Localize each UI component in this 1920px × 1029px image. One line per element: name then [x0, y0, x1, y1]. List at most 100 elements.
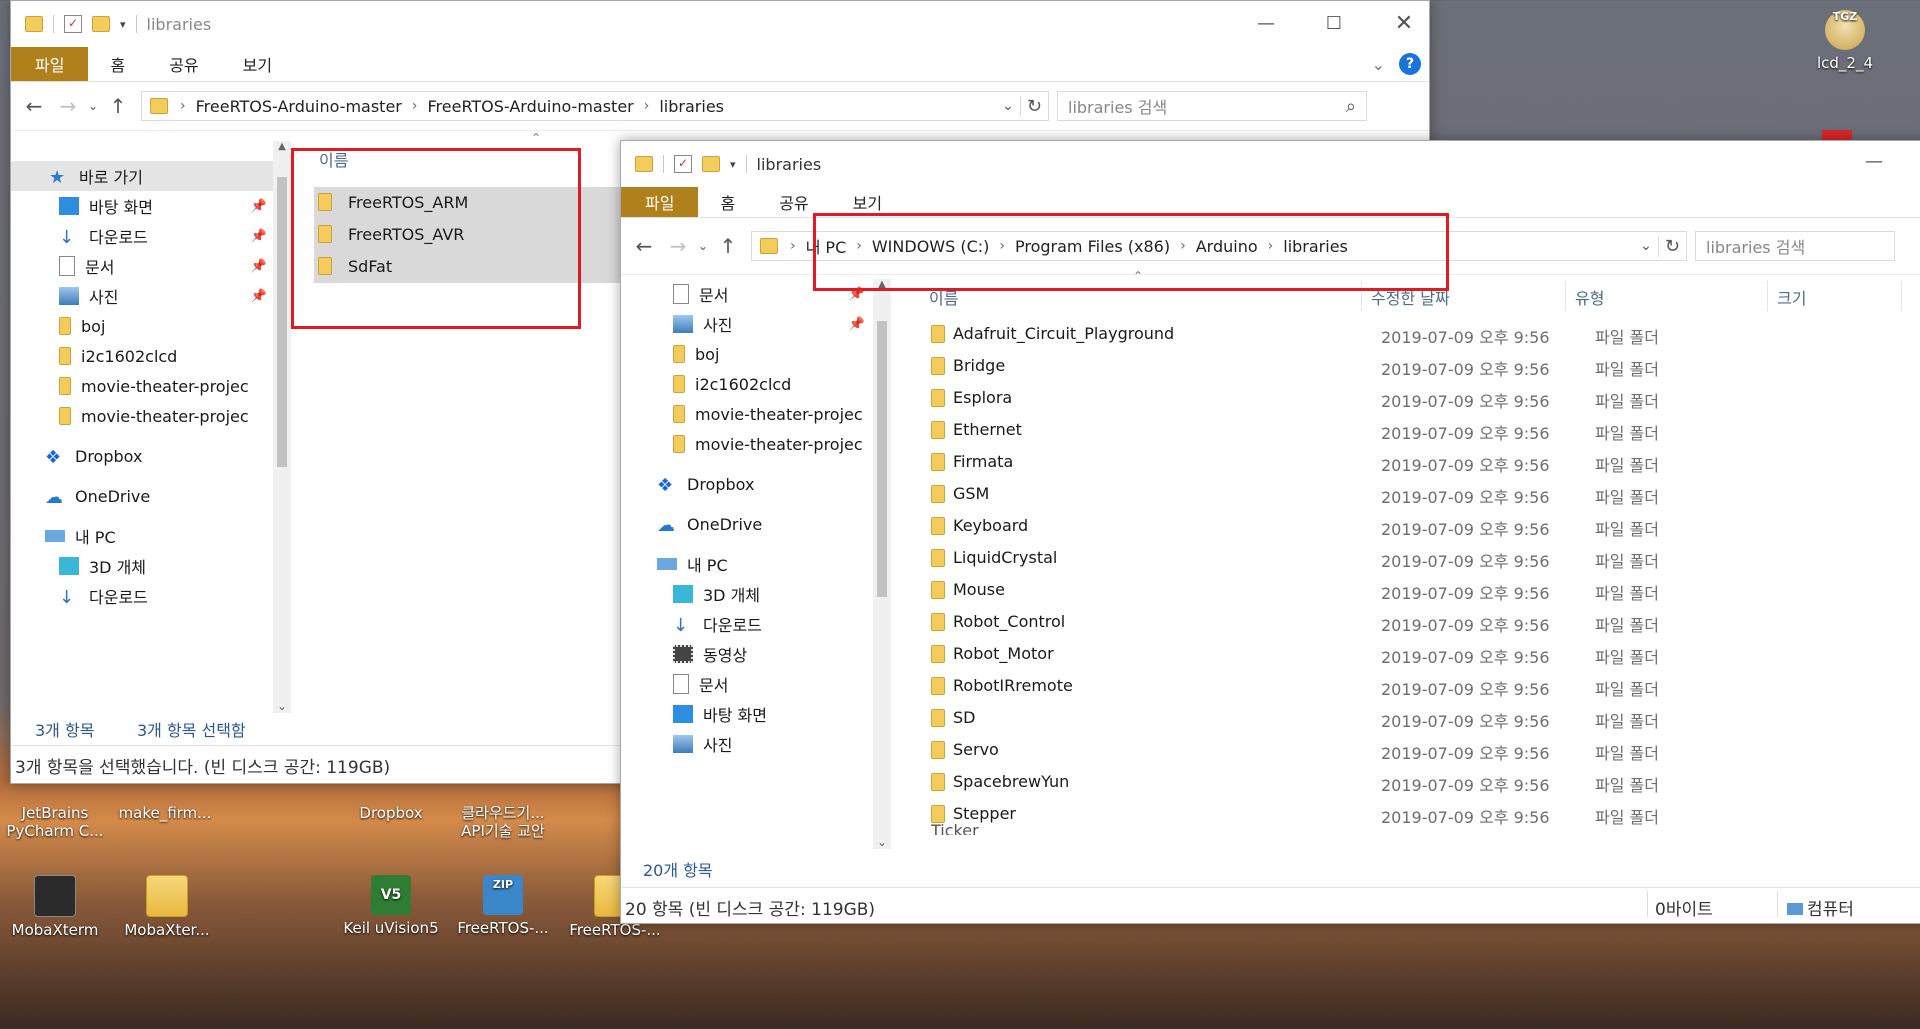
forward-arrow-icon[interactable]: →	[51, 89, 85, 123]
maximize-button[interactable]: ☐	[1311, 9, 1357, 39]
desktop-icon-keil[interactable]: V5 Keil uVision5	[336, 875, 446, 937]
folder-icon	[931, 325, 945, 343]
address-dropdown-icon[interactable]: ⌄	[1634, 238, 1658, 254]
nav-item-downloads[interactable]: ↓ 다운로드 📌	[11, 221, 273, 251]
properties-icon[interactable]: ✓	[674, 155, 692, 173]
nav-item-desktop[interactable]: 바탕 화면 📌	[11, 191, 273, 221]
folder-icon	[59, 317, 71, 335]
nav-item-i2c[interactable]: i2c1602clcd	[11, 341, 273, 371]
breadcrumb-item[interactable]: FreeRTOS-Arduino-master	[419, 97, 641, 116]
file-row[interactable]: RobotIRremote 2019-07-09 오후 9:56 파일 폴더	[931, 671, 1871, 701]
recent-locations-chevron-icon[interactable]: ⌄	[695, 229, 711, 263]
tab-file[interactable]: 파일	[621, 187, 699, 217]
desktop-icon-mobaxter-folder[interactable]: MobaXter...	[112, 875, 222, 939]
folder-icon	[150, 98, 168, 114]
tgz-archive-icon: TGZ	[1825, 10, 1865, 50]
up-arrow-icon[interactable]: ↑	[711, 229, 745, 263]
file-name: Ethernet	[953, 420, 1022, 439]
tab-home[interactable]: 홈	[698, 187, 757, 217]
file-name: Servo	[953, 740, 999, 759]
file-row[interactable]: Firmata 2019-07-09 오후 9:56 파일 폴더	[931, 447, 1871, 477]
nav-item-movie-1[interactable]: movie-theater-projec	[11, 371, 273, 401]
scroll-down-icon[interactable]: ⌄	[273, 699, 291, 713]
minimize-button[interactable]: —	[1851, 147, 1897, 177]
nav-item-documents[interactable]: 문서 📌	[11, 251, 273, 281]
desktop-icon-cloud-doc[interactable]: 클라우드기... API기술 교안	[448, 780, 558, 840]
file-row[interactable]: Robot_Motor 2019-07-09 오후 9:56 파일 폴더	[931, 639, 1871, 669]
new-folder-icon[interactable]	[702, 156, 720, 172]
file-row[interactable]: Robot_Control 2019-07-09 오후 9:56 파일 폴더	[931, 607, 1871, 637]
properties-icon[interactable]: ✓	[64, 15, 82, 33]
file-row[interactable]: SpacebrewYun 2019-07-09 오후 9:56 파일 폴더	[931, 767, 1871, 797]
file-row[interactable]: Servo 2019-07-09 오후 9:56 파일 폴더	[931, 735, 1871, 765]
new-folder-icon[interactable]	[92, 16, 110, 32]
back-arrow-icon[interactable]: ←	[17, 89, 51, 123]
nav-pc-downloads[interactable]: ↓ 다운로드	[11, 581, 273, 611]
customize-quick-access-icon[interactable]: ▾	[120, 18, 126, 31]
file-date: 2019-07-09 오후 9:56	[1381, 648, 1550, 667]
desktop-icon-label: make_firm...	[118, 804, 212, 822]
nav-dropbox[interactable]: ❖ Dropbox	[11, 441, 273, 471]
breadcrumb-item[interactable]: FreeRTOS-Arduino-master	[188, 97, 410, 116]
breadcrumb-item[interactable]: libraries	[651, 97, 732, 116]
tab-home[interactable]: 홈	[88, 47, 147, 81]
nav-this-pc[interactable]: 내 PC	[11, 521, 273, 551]
folder-icon	[760, 238, 778, 254]
close-button[interactable]: ✕	[1381, 9, 1427, 39]
forward-arrow-icon[interactable]: →	[661, 229, 695, 263]
search-input[interactable]: libraries 검색 ⌕	[1057, 91, 1367, 121]
file-row[interactable]: LiquidCrystal 2019-07-09 오후 9:56 파일 폴더	[931, 543, 1871, 573]
recent-locations-chevron-icon[interactable]: ⌄	[85, 89, 101, 123]
scrollbar-thumb[interactable]	[277, 177, 287, 467]
desktop-icon-pycharm[interactable]: JetBrains PyCharm C...	[0, 780, 110, 840]
desktop-icon-dropbox[interactable]: Dropbox	[336, 780, 446, 822]
file-row[interactable]: Keyboard 2019-07-09 오후 9:56 파일 폴더	[931, 511, 1871, 541]
address-dropdown-icon[interactable]: ⌄	[996, 98, 1020, 114]
file-row[interactable]: Stepper 2019-07-09 오후 9:56 파일 폴더	[931, 799, 1871, 829]
file-list: Ticker Adafruit_Circuit_Playground 2019-0…	[621, 319, 1920, 837]
tab-view[interactable]: 보기	[221, 47, 294, 81]
expand-ribbon-icon[interactable]: ⌄	[1372, 47, 1399, 81]
column-divider	[1767, 281, 1768, 311]
column-header-type[interactable]: 유형	[1575, 285, 1604, 309]
file-type: 파일 폴더	[1595, 744, 1659, 763]
help-icon[interactable]: ?	[1399, 47, 1421, 81]
search-input[interactable]: libraries 검색	[1695, 231, 1895, 261]
file-row[interactable]: GSM 2019-07-09 오후 9:56 파일 폴더	[931, 479, 1871, 509]
scroll-down-icon[interactable]: ⌄	[873, 835, 891, 849]
desktop-icon-lcd[interactable]: TGZ lcd_2_4	[1790, 10, 1900, 72]
file-row[interactable]: SD 2019-07-09 오후 9:56 파일 폴더	[931, 703, 1871, 733]
minimize-button[interactable]: —	[1243, 9, 1289, 39]
nav-quick-access[interactable]: ★ 바로 가기	[11, 161, 273, 191]
status-divider	[1647, 891, 1648, 917]
file-row[interactable]: Esplora 2019-07-09 오후 9:56 파일 폴더	[931, 383, 1871, 413]
tab-file[interactable]: 파일	[11, 47, 89, 81]
desktop-icon-make-firm[interactable]: make_firm...	[110, 780, 220, 822]
nav-3d-objects[interactable]: 3D 개체	[11, 551, 273, 581]
desktop-icon-label: Keil uVision5	[343, 919, 439, 937]
file-row[interactable]: Mouse 2019-07-09 오후 9:56 파일 폴더	[931, 575, 1871, 605]
tab-share[interactable]: 공유	[147, 47, 220, 81]
nav-item-pictures[interactable]: 사진 📌	[11, 281, 273, 311]
nav-item-boj[interactable]: boj	[11, 311, 273, 341]
refresh-icon[interactable]: ↻	[1657, 235, 1686, 257]
file-name: LiquidCrystal	[953, 548, 1058, 567]
address-bar[interactable]: › FreeRTOS-Arduino-master › FreeRTOS-Ard…	[141, 91, 1049, 121]
scroll-up-icon[interactable]: ▲	[273, 141, 291, 152]
file-date: 2019-07-09 오후 9:56	[1381, 328, 1550, 347]
file-type: 파일 폴더	[1595, 488, 1659, 507]
customize-quick-access-icon[interactable]: ▾	[730, 158, 736, 171]
refresh-icon[interactable]: ↻	[1019, 95, 1048, 117]
back-arrow-icon[interactable]: ←	[627, 229, 661, 263]
nav-scrollbar[interactable]: ▲ ⌄	[273, 141, 291, 713]
file-row[interactable]: Adafruit_Circuit_Playground 2019-07-09 오후…	[931, 319, 1871, 349]
desktop-icon-mobaxterm[interactable]: MobaXterm	[0, 875, 110, 939]
desktop-icon-freertos-zip[interactable]: ZIP FreeRTOS-...	[448, 875, 558, 937]
file-row[interactable]: Ethernet 2019-07-09 오후 9:56 파일 폴더	[931, 415, 1871, 445]
file-row[interactable]: Bridge 2019-07-09 오후 9:56 파일 폴더	[931, 351, 1871, 381]
column-header-size[interactable]: 크기	[1777, 285, 1806, 309]
nav-item-movie-2[interactable]: movie-theater-projec	[11, 401, 273, 431]
nav-onedrive[interactable]: ☁ OneDrive	[11, 481, 273, 511]
window-title: libraries	[756, 154, 822, 174]
up-arrow-icon[interactable]: ↑	[101, 89, 135, 123]
